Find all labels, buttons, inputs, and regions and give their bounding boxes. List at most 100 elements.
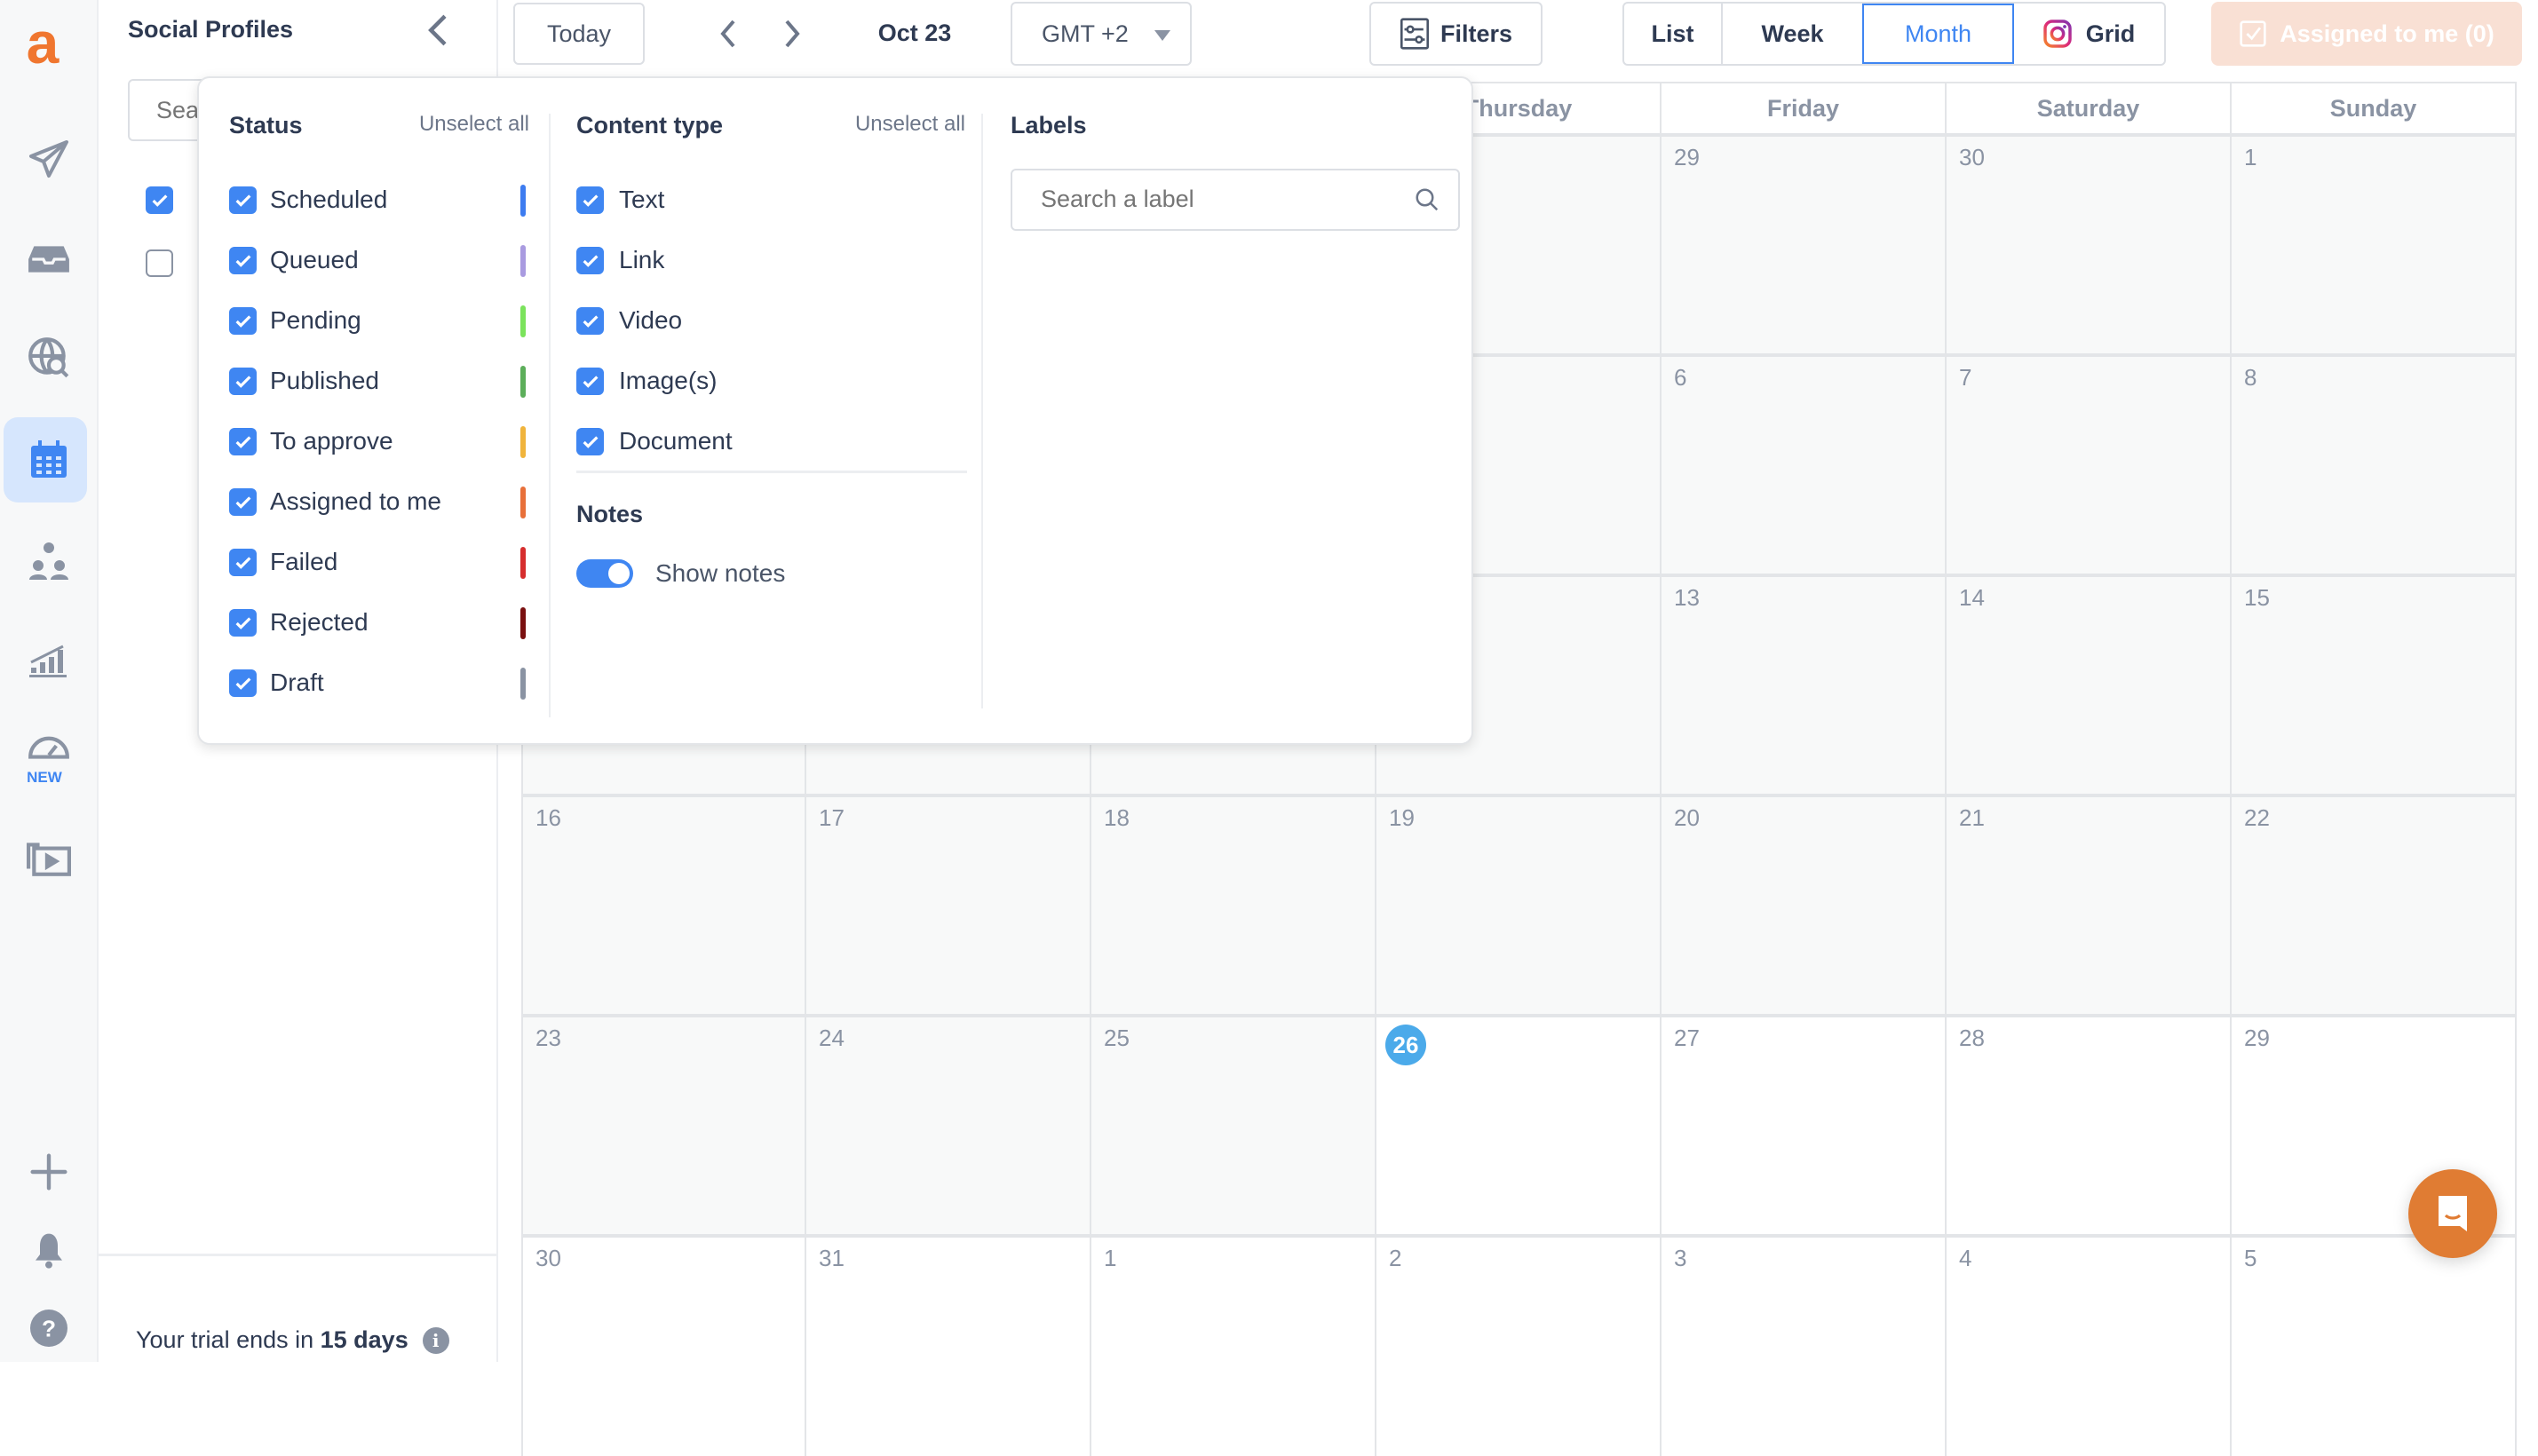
day-number: 17 xyxy=(819,804,845,831)
day-cell[interactable]: 5 xyxy=(2232,1234,2517,1456)
status-checkbox[interactable] xyxy=(229,549,257,576)
day-cell[interactable]: 30 xyxy=(521,1234,806,1456)
status-checkbox[interactable] xyxy=(229,247,257,274)
profile-checkbox[interactable] xyxy=(146,186,173,214)
prev-chevron-icon[interactable] xyxy=(718,20,739,52)
day-cell[interactable]: 29 xyxy=(1662,133,1947,353)
day-cell[interactable]: 16 xyxy=(521,794,806,1014)
show-notes-label: Show notes xyxy=(655,559,786,587)
status-checkbox[interactable] xyxy=(229,488,257,516)
status-unselect-all[interactable]: Unselect all xyxy=(419,112,529,137)
assigned-to-me-button[interactable]: Assigned to me (0) xyxy=(2211,2,2522,66)
content-unselect-all[interactable]: Unselect all xyxy=(855,112,965,137)
calendar-icon[interactable] xyxy=(18,433,80,487)
status-item-label[interactable]: To approve xyxy=(270,426,393,456)
view-grid[interactable]: Grid xyxy=(2014,4,2164,64)
status-item-label[interactable]: Assigned to me xyxy=(270,487,441,517)
content-type-label[interactable]: Document xyxy=(619,426,733,456)
day-cell[interactable]: 30 xyxy=(1947,133,2232,353)
day-cell[interactable]: 15 xyxy=(2232,574,2517,794)
filters-button[interactable]: Filters xyxy=(1369,2,1543,66)
status-checkbox[interactable] xyxy=(229,669,257,697)
view-switcher: List Week Month Grid xyxy=(1622,2,2166,66)
weekday-header: Friday xyxy=(1662,82,1947,133)
plus-icon[interactable] xyxy=(18,1145,80,1199)
day-cell[interactable]: 3 xyxy=(1662,1234,1947,1456)
send-icon[interactable] xyxy=(18,133,80,186)
day-cell[interactable]: 24 xyxy=(806,1014,1091,1234)
media-library-icon[interactable] xyxy=(18,831,80,884)
status-checkbox[interactable] xyxy=(229,368,257,395)
day-cell[interactable]: 7 xyxy=(1947,353,2232,574)
day-cell[interactable]: 28 xyxy=(1947,1014,2232,1234)
info-icon[interactable]: i xyxy=(422,1326,449,1354)
day-cell[interactable]: 1 xyxy=(1091,1234,1376,1456)
status-checkbox[interactable] xyxy=(229,428,257,455)
analytics-icon[interactable] xyxy=(18,630,80,684)
day-number: 2 xyxy=(1389,1245,1402,1271)
day-cell[interactable]: 23 xyxy=(521,1014,806,1234)
day-cell[interactable]: 1 xyxy=(2232,133,2517,353)
day-cell[interactable]: 13 xyxy=(1662,574,1947,794)
status-checkbox[interactable] xyxy=(229,609,257,637)
view-list[interactable]: List xyxy=(1624,4,1723,64)
status-item-label[interactable]: Pending xyxy=(270,305,361,336)
label-search-input[interactable] xyxy=(1012,170,1385,227)
day-cell[interactable]: 17 xyxy=(806,794,1091,1014)
timezone-select[interactable]: GMT +2 xyxy=(1011,2,1192,66)
content-type-checkbox[interactable] xyxy=(576,247,604,274)
content-type-label[interactable]: Text xyxy=(619,185,664,215)
filters-icon xyxy=(1400,18,1430,50)
next-chevron-icon[interactable] xyxy=(781,20,803,52)
status-color-bar xyxy=(520,487,526,518)
today-button[interactable]: Today xyxy=(513,3,645,65)
team-icon[interactable] xyxy=(18,534,80,587)
status-item-label[interactable]: Rejected xyxy=(270,607,369,637)
day-cell[interactable]: 6 xyxy=(1662,353,1947,574)
help-icon[interactable]: ? xyxy=(18,1302,80,1355)
day-cell[interactable]: 25 xyxy=(1091,1014,1376,1234)
content-type-label[interactable]: Video xyxy=(619,305,682,336)
day-cell[interactable]: 21 xyxy=(1947,794,2232,1014)
status-item-label[interactable]: Queued xyxy=(270,245,359,275)
day-cell[interactable]: 8 xyxy=(2232,353,2517,574)
profile-checkbox[interactable] xyxy=(146,249,173,277)
globe-search-icon[interactable] xyxy=(18,331,80,384)
dashboard-icon[interactable] xyxy=(18,717,80,771)
status-item-label[interactable]: Draft xyxy=(270,668,324,698)
day-cell[interactable]: 4 xyxy=(1947,1234,2232,1456)
status-checkbox[interactable] xyxy=(229,186,257,214)
day-cell[interactable]: 18 xyxy=(1091,794,1376,1014)
status-item-label[interactable]: Scheduled xyxy=(270,185,387,215)
status-checkbox[interactable] xyxy=(229,307,257,335)
day-cell[interactable]: 27 xyxy=(1662,1014,1947,1234)
content-type-checkbox[interactable] xyxy=(576,307,604,335)
day-cell[interactable]: 22 xyxy=(2232,794,2517,1014)
day-cell[interactable]: 31 xyxy=(806,1234,1091,1456)
content-type-label[interactable]: Image(s) xyxy=(619,366,717,396)
day-cell[interactable]: 14 xyxy=(1947,574,2232,794)
show-notes-toggle[interactable] xyxy=(576,559,633,588)
content-type-checkbox[interactable] xyxy=(576,368,604,395)
content-type-checkbox[interactable] xyxy=(576,428,604,455)
day-number: 3 xyxy=(1674,1245,1687,1271)
bell-icon[interactable] xyxy=(18,1223,80,1277)
view-month[interactable]: Month xyxy=(1862,4,2014,64)
day-cell[interactable]: 19 xyxy=(1376,794,1662,1014)
day-cell[interactable]: 2 xyxy=(1376,1234,1662,1456)
status-item-label[interactable]: Failed xyxy=(270,547,337,577)
collapse-chevron-icon[interactable] xyxy=(424,14,450,51)
svg-text:?: ? xyxy=(42,1316,56,1342)
day-cell[interactable]: 26 xyxy=(1376,1014,1662,1234)
view-week[interactable]: Week xyxy=(1723,4,1862,64)
label-search[interactable] xyxy=(1011,169,1460,231)
content-type-label[interactable]: Link xyxy=(619,245,664,275)
content-type-checkbox[interactable] xyxy=(576,186,604,214)
status-item-label[interactable]: Published xyxy=(270,366,379,396)
chat-button[interactable] xyxy=(2408,1169,2497,1258)
day-cell[interactable]: 20 xyxy=(1662,794,1947,1014)
inbox-icon[interactable] xyxy=(18,233,80,286)
assigned-check-icon xyxy=(2239,20,2267,48)
logo[interactable]: a xyxy=(16,13,69,73)
today-marker: 26 xyxy=(1385,1025,1426,1065)
